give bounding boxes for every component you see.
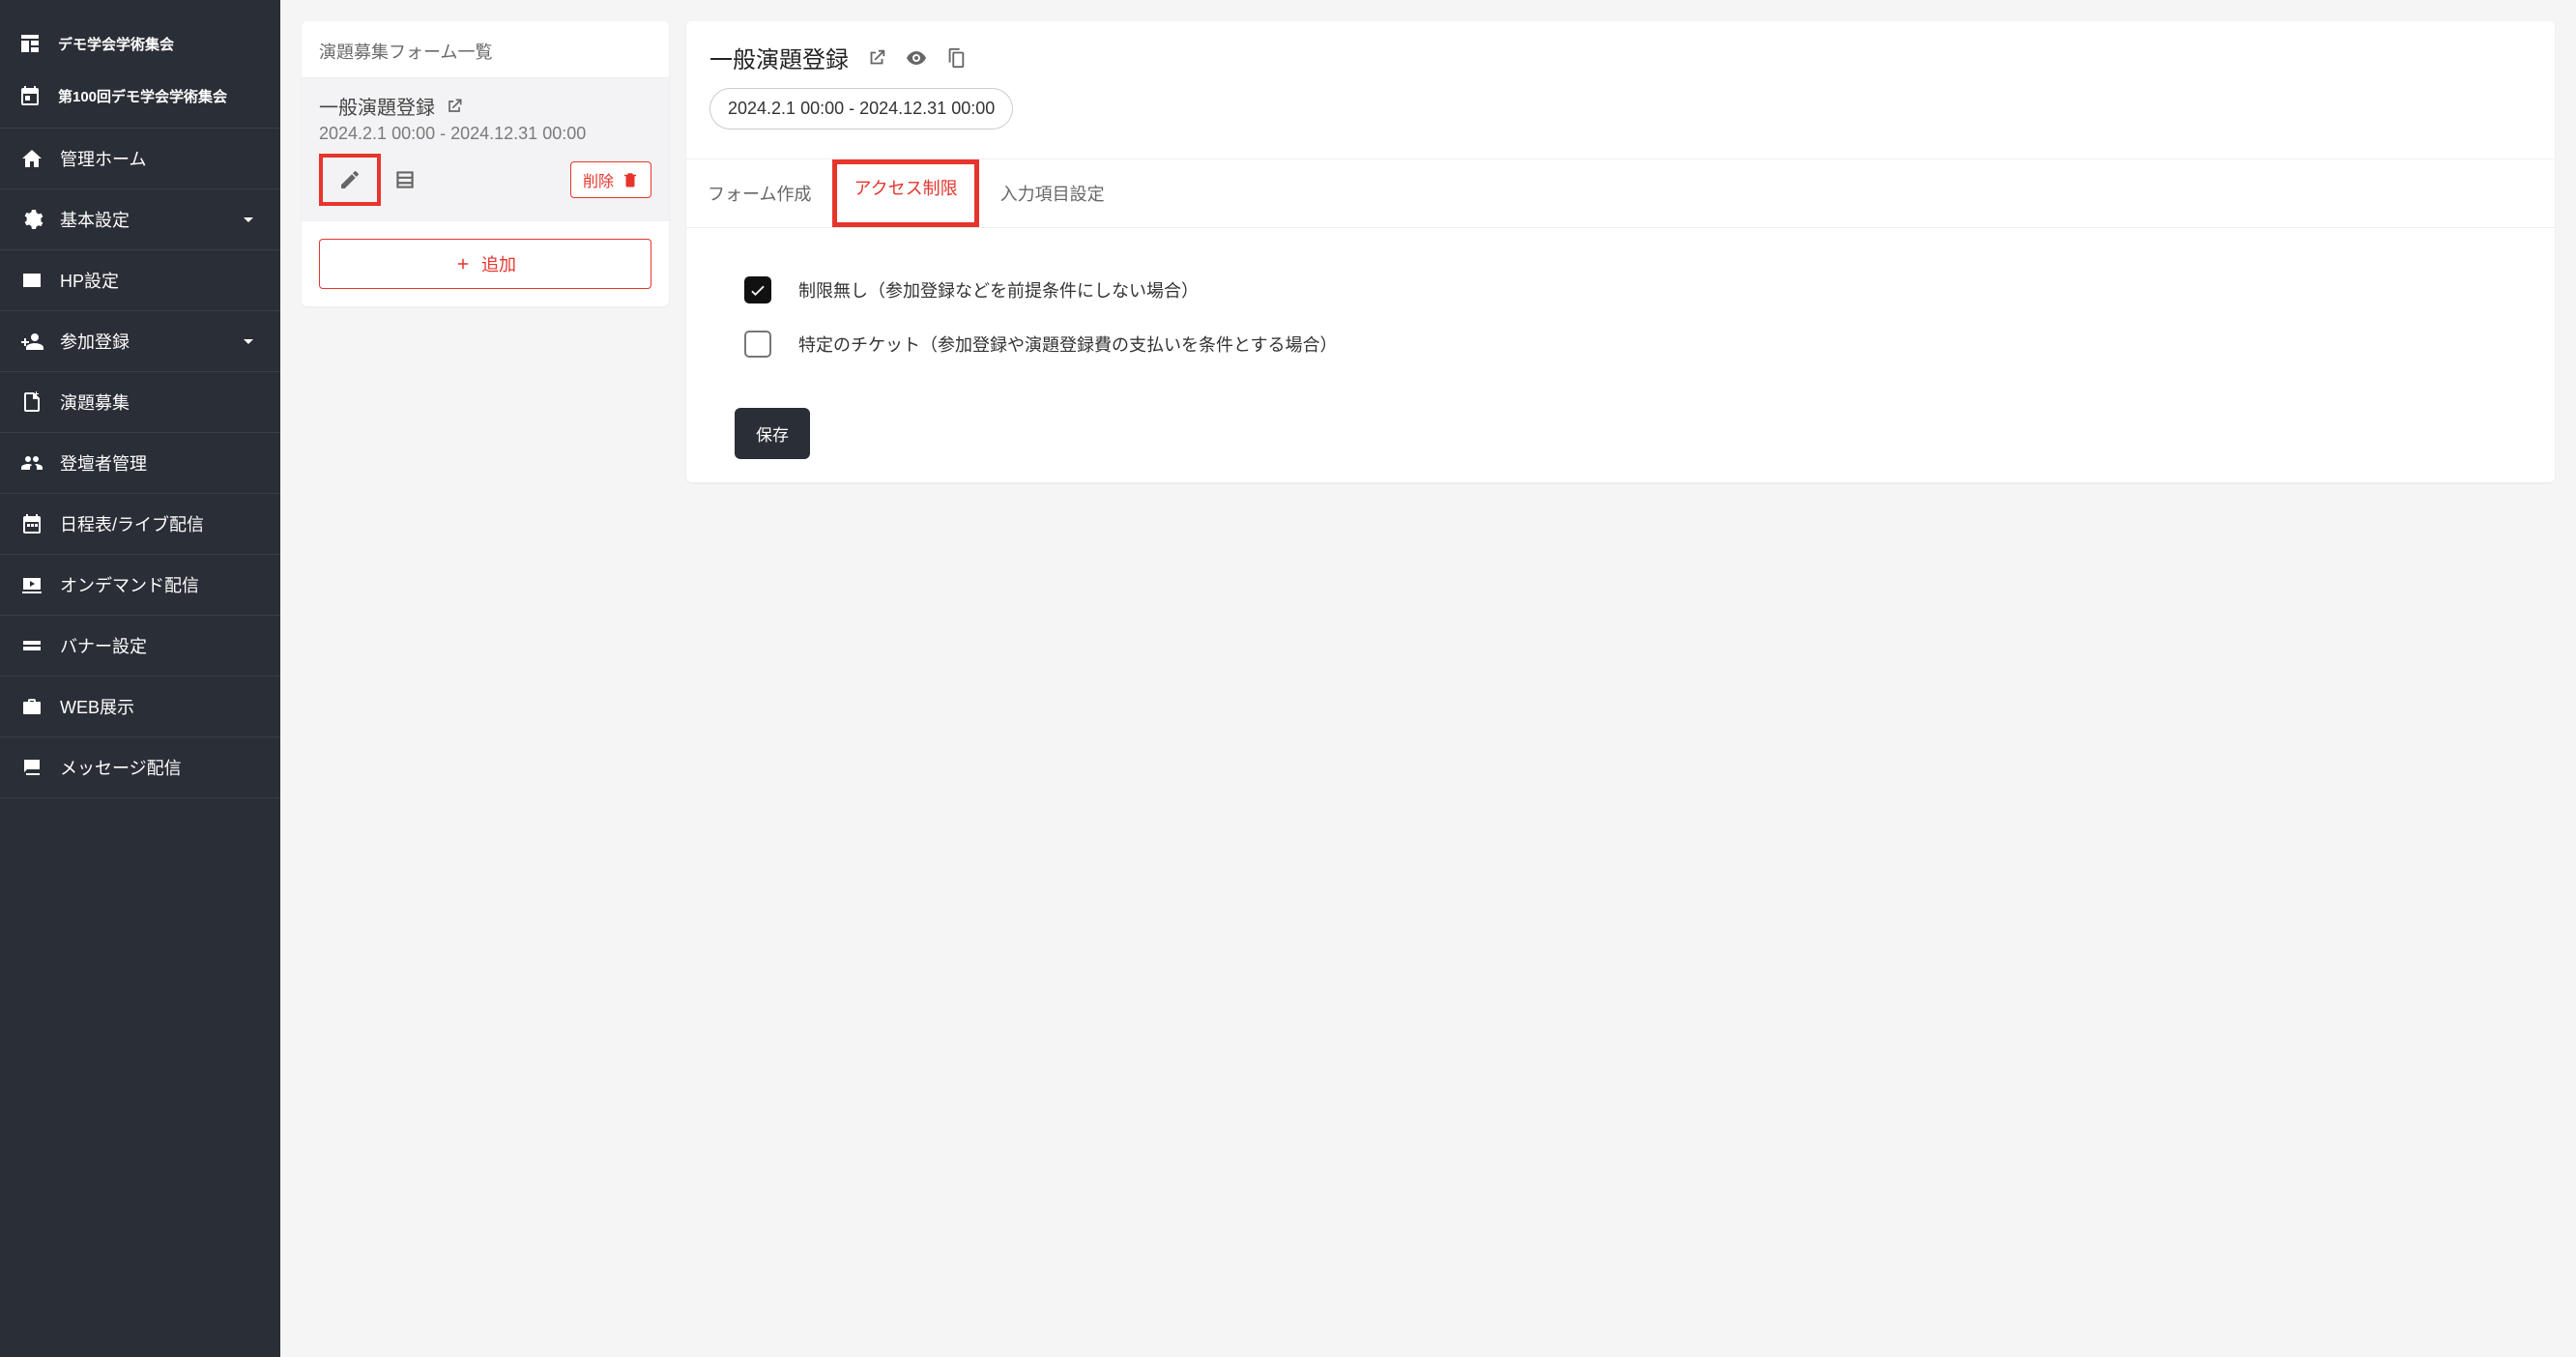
pencil-icon (338, 168, 362, 191)
calendar-event-icon (17, 83, 43, 108)
sidebar-item-label: 管理ホーム (60, 146, 146, 171)
briefcase-icon (19, 694, 44, 719)
add-label: 追加 (481, 251, 516, 276)
sidebar-item-label: 日程表/ライブ配信 (60, 511, 204, 536)
people-icon (19, 450, 44, 476)
form-item-title: 一般演題登録 (319, 92, 435, 120)
sidebar-item-home[interactable]: 管理ホーム (0, 129, 280, 189)
trash-icon (622, 171, 639, 188)
calendar-grid-icon (19, 511, 44, 536)
org-icon (17, 31, 43, 56)
option-label: 制限無し（参加登録などを前提条件にしない場合） (798, 277, 1199, 303)
sidebar-item-abstract[interactable]: 演題募集 (0, 372, 280, 433)
sidebar-item-label: メッセージ配信 (60, 755, 182, 780)
form-item-date-range: 2024.2.1 00:00 - 2024.12.31 00:00 (319, 124, 651, 144)
form-list-panel: 演題募集フォーム一覧 一般演題登録 2024.2.1 00:00 - 2024.… (302, 21, 669, 306)
home-icon (19, 146, 44, 171)
chat-icon (19, 755, 44, 780)
sidebar-item-basic-settings[interactable]: 基本設定 (0, 189, 280, 250)
sidebar-event[interactable]: 第100回デモ学会学術集会 (0, 70, 280, 122)
sidebar-item-label: WEB展示 (60, 694, 134, 719)
chevron-down-icon (236, 207, 261, 232)
tab-access-control[interactable]: アクセス制限 (832, 159, 978, 227)
delete-button[interactable]: 削除 (570, 161, 651, 198)
form-list-item[interactable]: 一般演題登録 2024.2.1 00:00 - 2024.12.31 00:00 (302, 77, 669, 221)
form-fields-button[interactable] (391, 165, 420, 194)
sidebar-context: デモ学会学術集会 第100回デモ学会学術集会 (0, 0, 280, 129)
option-no-restriction[interactable]: 制限無し（参加登録などを前提条件にしない場合） (744, 263, 2497, 317)
sidebar-event-label: 第100回デモ学会学術集会 (58, 86, 227, 106)
sidebar-item-banner[interactable]: バナー設定 (0, 616, 280, 677)
sidebar: デモ学会学術集会 第100回デモ学会学術集会 管理ホーム 基本設定 HP設定 参… (0, 0, 280, 1357)
document-add-icon (19, 390, 44, 415)
open-external-icon[interactable] (445, 97, 464, 116)
detail-tabs: フォーム作成 アクセス制限 入力項目設定 (686, 159, 2555, 228)
play-screen-icon (19, 572, 44, 597)
sidebar-item-label: HP設定 (60, 268, 119, 293)
form-detail-panel: 一般演題登録 2024.2.1 00:00 - 2024.12.31 00:00… (686, 21, 2555, 482)
checkbox-checked[interactable] (744, 276, 771, 303)
option-label: 特定のチケット（参加登録や演題登録費の支払いを条件とする場合） (798, 332, 1337, 357)
delete-label: 削除 (583, 168, 614, 191)
sidebar-item-label: 演題募集 (60, 390, 130, 415)
tab-form-builder[interactable]: フォーム作成 (686, 159, 832, 227)
sidebar-item-label: 基本設定 (60, 207, 130, 232)
plus-icon (454, 255, 472, 273)
sidebar-item-label: 登壇者管理 (60, 450, 147, 476)
sidebar-item-speaker-mgmt[interactable]: 登壇者管理 (0, 433, 280, 494)
sidebar-org-label: デモ学会学術集会 (58, 34, 174, 54)
save-button[interactable]: 保存 (735, 408, 810, 459)
gear-icon (19, 207, 44, 232)
copy-icon[interactable] (945, 47, 967, 69)
option-specific-ticket[interactable]: 特定のチケット（参加登録や演題登録費の支払いを条件とする場合） (744, 317, 2497, 371)
banner-icon (19, 633, 44, 658)
edit-button-highlighted[interactable] (319, 154, 381, 206)
sidebar-org[interactable]: デモ学会学術集会 (0, 17, 280, 70)
sidebar-item-hp-settings[interactable]: HP設定 (0, 250, 280, 311)
sidebar-item-label: バナー設定 (60, 633, 147, 658)
sidebar-item-message[interactable]: メッセージ配信 (0, 737, 280, 798)
sidebar-item-ondemand[interactable]: オンデマンド配信 (0, 555, 280, 616)
access-control-body: 制限無し（参加登録などを前提条件にしない場合） 特定のチケット（参加登録や演題登… (686, 228, 2555, 381)
tab-input-fields[interactable]: 入力項目設定 (979, 159, 1126, 227)
sidebar-item-label: 参加登録 (60, 329, 130, 354)
chevron-down-icon (236, 329, 261, 354)
sidebar-item-web-exhibit[interactable]: WEB展示 (0, 677, 280, 737)
detail-date-range: 2024.2.1 00:00 - 2024.12.31 00:00 (709, 88, 1013, 130)
user-add-icon (19, 329, 44, 354)
webpage-icon (19, 268, 44, 293)
detail-title: 一般演題登録 (709, 41, 849, 74)
sidebar-item-schedule[interactable]: 日程表/ライブ配信 (0, 494, 280, 555)
sidebar-item-label: オンデマンド配信 (60, 572, 199, 597)
add-form-button[interactable]: 追加 (319, 239, 651, 289)
form-list-heading: 演題募集フォーム一覧 (302, 21, 669, 77)
checkbox-unchecked[interactable] (744, 331, 771, 358)
sidebar-item-registration[interactable]: 参加登録 (0, 311, 280, 372)
preview-icon[interactable] (905, 46, 928, 70)
main-content: 演題募集フォーム一覧 一般演題登録 2024.2.1 00:00 - 2024.… (280, 0, 2576, 1357)
open-external-icon[interactable] (866, 47, 887, 69)
